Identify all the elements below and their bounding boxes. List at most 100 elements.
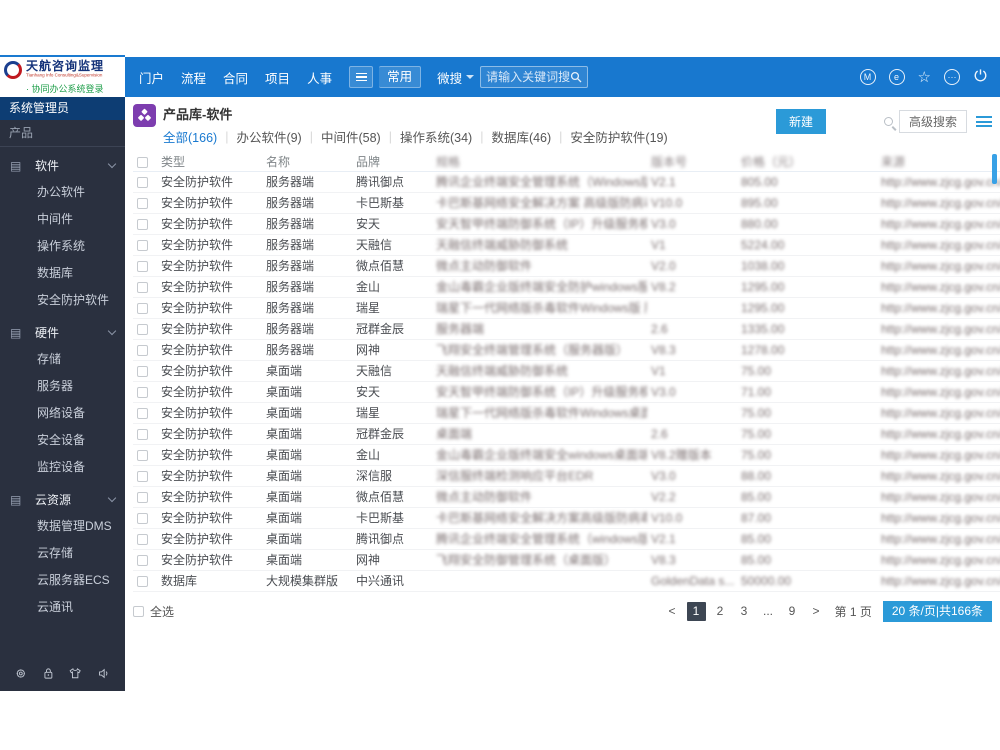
advanced-search-button[interactable]: 高级搜索 bbox=[898, 110, 967, 133]
page-button->[interactable]: > bbox=[807, 602, 826, 621]
table-row[interactable]: 安全防护软件桌面端腾讯御点腾讯企业终端安全管理系统（windows版）V2.1V… bbox=[133, 528, 1000, 550]
sidebar-item-中间件[interactable]: 中间件 bbox=[0, 206, 125, 233]
tab-2[interactable]: 办公软件(9) bbox=[236, 127, 301, 146]
table-row[interactable]: 安全防护软件 桌面端 金山 金山毒霸企业版终端安全windows桌面端 V8.2赠版本 7… bbox=[133, 444, 1000, 466]
row-checkbox[interactable] bbox=[137, 470, 148, 482]
row-checkbox[interactable] bbox=[137, 260, 148, 272]
sound-speaker-icon[interactable] bbox=[98, 666, 110, 681]
global-search-input[interactable] bbox=[486, 70, 571, 84]
search-icon[interactable] bbox=[570, 71, 582, 83]
sidebar-item-安全设备[interactable]: 安全设备 bbox=[0, 427, 125, 454]
vertical-scrollbar-thumb[interactable] bbox=[992, 154, 997, 184]
page-button-<[interactable]: < bbox=[663, 602, 682, 621]
row-checkbox[interactable] bbox=[137, 407, 148, 419]
row-checkbox[interactable] bbox=[137, 281, 148, 293]
table-search-input[interactable] bbox=[835, 114, 884, 129]
table-row[interactable]: 安全防护软件 服务器端 安天 安天智甲终端防御系统（IP）升级服务模块 V3.0 880.… bbox=[133, 213, 1000, 235]
sidebar-item-网络设备[interactable]: 网络设备 bbox=[0, 400, 125, 427]
sidebar-item-存储[interactable]: 存储 bbox=[0, 346, 125, 373]
sidebar-item-数据管理DMS[interactable]: 数据管理DMS bbox=[0, 513, 125, 540]
row-checkbox[interactable] bbox=[137, 197, 148, 209]
page-size-badge[interactable]: 20 条/页|共166条 bbox=[882, 600, 992, 622]
sidebar-item-数据库[interactable]: 数据库 bbox=[0, 260, 125, 287]
search-scope-dropdown[interactable]: 微搜 bbox=[437, 68, 475, 87]
page-button-...[interactable]: ... bbox=[759, 602, 778, 621]
select-all-checkbox[interactable] bbox=[133, 605, 144, 617]
page-button-3[interactable]: 3 bbox=[735, 602, 754, 621]
row-checkbox[interactable] bbox=[137, 512, 148, 524]
tab-1[interactable]: 全部(166) bbox=[163, 127, 217, 146]
sidebar-section-product[interactable]: 产品 bbox=[0, 120, 125, 147]
select-all-control[interactable]: 全选 bbox=[133, 603, 174, 620]
row-checkbox[interactable] bbox=[137, 554, 148, 566]
page-button-2[interactable]: 2 bbox=[711, 602, 730, 621]
table-row[interactable]: 数据库 大规模集群版 中兴通讯 GoldenData s... 50000.00 http… bbox=[133, 570, 1000, 592]
sidebar-item-操作系统[interactable]: 操作系统 bbox=[0, 233, 125, 260]
page-button-1[interactable]: 1 bbox=[686, 601, 706, 621]
table-row[interactable]: 安全防护软件 服务器端 冠群金辰 服务器端 2.6 1335.00 http://www.z… bbox=[133, 318, 1000, 340]
table-row[interactable]: 安全防护软件 服务器端 微点佰慧 微点主动防御软件 V2.0 1038.00 http://… bbox=[133, 255, 1000, 277]
sidebar-group-header-2[interactable]: ▤ 硬件 bbox=[0, 319, 125, 346]
row-checkbox[interactable] bbox=[137, 176, 148, 188]
menu-grid-icon[interactable] bbox=[349, 66, 374, 88]
nav-item-5[interactable]: 人事 bbox=[307, 68, 332, 87]
table-row[interactable]: 安全防护软件 桌面端 天融信 天融信终端威胁防御系统 V1 75.00 http://www… bbox=[133, 360, 1000, 382]
row-checkbox[interactable] bbox=[137, 365, 148, 377]
list-view-icon[interactable] bbox=[976, 114, 992, 130]
sidebar-item-服务器[interactable]: 服务器 bbox=[0, 373, 125, 400]
settings-gear-icon[interactable] bbox=[15, 666, 27, 681]
nav-item-4[interactable]: 项目 bbox=[265, 68, 290, 87]
nav-item-frequent[interactable]: 常用 bbox=[379, 66, 422, 88]
row-checkbox[interactable] bbox=[137, 491, 148, 503]
table-row[interactable]: 安全防护软件服务器端卡巴斯基卡巴斯基网络安全解决方案 高级版防病毒软...V10… bbox=[133, 192, 1000, 214]
row-checkbox[interactable] bbox=[137, 533, 148, 545]
header-checkbox[interactable] bbox=[137, 156, 148, 168]
table-row[interactable]: 安全防护软件 桌面端 网神 飞翔安全防御管理系统（桌面版） V8.3 85.00 http:… bbox=[133, 549, 1000, 571]
m-badge-icon[interactable]: M bbox=[859, 69, 876, 85]
row-checkbox[interactable] bbox=[137, 428, 148, 440]
new-button[interactable]: 新建 bbox=[775, 109, 826, 134]
table-row[interactable]: 安全防护软件服务器端瑞星瑞星下一代网络版杀毒软件Windows版 服务器端 129… bbox=[133, 297, 1000, 319]
star-icon[interactable]: ☆ bbox=[918, 68, 931, 86]
table-row[interactable]: 安全防护软件 服务器端 网神 飞翔安全终端管理系统（服务器版） V8.3 1278.00 h… bbox=[133, 339, 1000, 361]
sidebar-item-云服务器ECS[interactable]: 云服务器ECS bbox=[0, 567, 125, 594]
search-icon[interactable] bbox=[883, 117, 893, 126]
table-row[interactable]: 安全防护软件 桌面端 安天 安天智甲终端防御系统（IP）升级服务模块 V3.0 71.00… bbox=[133, 381, 1000, 403]
table-row[interactable]: 安全防护软件 服务器端 天融信 天融信终端威胁防御系统 V1 5224.00 http://… bbox=[133, 234, 1000, 256]
power-icon[interactable] bbox=[973, 68, 988, 86]
table-row[interactable]: 安全防护软件桌面端卡巴斯基卡巴斯基网络安全解决方案高级版防病毒 +O...V10… bbox=[133, 507, 1000, 529]
row-checkbox[interactable] bbox=[137, 302, 148, 314]
table-row[interactable]: 安全防护软件 桌面端 深信服 深信服终端检测响应平台EDR V3.0 88.00 http:… bbox=[133, 465, 1000, 487]
sidebar-item-监控设备[interactable]: 监控设备 bbox=[0, 454, 125, 481]
tab-5[interactable]: 数据库(46) bbox=[491, 127, 551, 146]
row-checkbox[interactable] bbox=[137, 344, 148, 356]
row-checkbox[interactable] bbox=[137, 449, 148, 461]
theme-shirt-icon[interactable] bbox=[69, 666, 82, 681]
row-checkbox[interactable] bbox=[137, 575, 148, 587]
table-row[interactable]: 安全防护软件 桌面端 瑞星 瑞星下一代网络版杀毒软件Windows桌面端 75.00 ht… bbox=[133, 402, 1000, 424]
sidebar-item-安全防护软件[interactable]: 安全防护软件 bbox=[0, 287, 125, 314]
table-row[interactable]: 安全防护软件 桌面端 微点佰慧 微点主动防御软件 V2.2 85.00 http://www… bbox=[133, 486, 1000, 508]
nav-item-1[interactable]: 门户 bbox=[139, 68, 164, 87]
sidebar-item-云存储[interactable]: 云存储 bbox=[0, 540, 125, 567]
sidebar-item-办公软件[interactable]: 办公软件 bbox=[0, 179, 125, 206]
table-row[interactable]: 安全防护软件 桌面端 冠群金辰 桌面端 2.6 75.00 http://www.zjcg.… bbox=[133, 423, 1000, 445]
tab-4[interactable]: 操作系统(34) bbox=[400, 127, 472, 146]
sidebar-group-header-1[interactable]: ▤ 软件 bbox=[0, 152, 125, 179]
tab-6[interactable]: 安全防护软件(19) bbox=[570, 127, 667, 146]
table-row[interactable]: 安全防护软件 服务器端 腾讯御点 腾讯企业终端安全管理系统（Windows版） V2.1… bbox=[133, 171, 1000, 193]
row-checkbox[interactable] bbox=[137, 323, 148, 335]
tab-3[interactable]: 中间件(58) bbox=[321, 127, 381, 146]
table-row[interactable]: 安全防护软件服务器端金山金山毒霸企业版终端安全防护windows服务器端V8.2… bbox=[133, 276, 1000, 298]
sidebar-item-云通讯[interactable]: 云通讯 bbox=[0, 594, 125, 621]
row-checkbox[interactable] bbox=[137, 386, 148, 398]
page-button-9[interactable]: 9 bbox=[783, 602, 802, 621]
lock-icon[interactable] bbox=[43, 666, 54, 681]
nav-item-2[interactable]: 流程 bbox=[181, 68, 206, 87]
oa-login-link[interactable]: · 协同办公系统登录 bbox=[4, 82, 121, 95]
row-checkbox[interactable] bbox=[137, 239, 148, 251]
ellipsis-circle-icon[interactable]: ··· bbox=[944, 69, 960, 85]
nav-item-3[interactable]: 合同 bbox=[223, 68, 248, 87]
e-badge-icon[interactable]: e bbox=[888, 69, 905, 85]
page-jump-label[interactable]: 第 1 页 bbox=[835, 603, 872, 620]
